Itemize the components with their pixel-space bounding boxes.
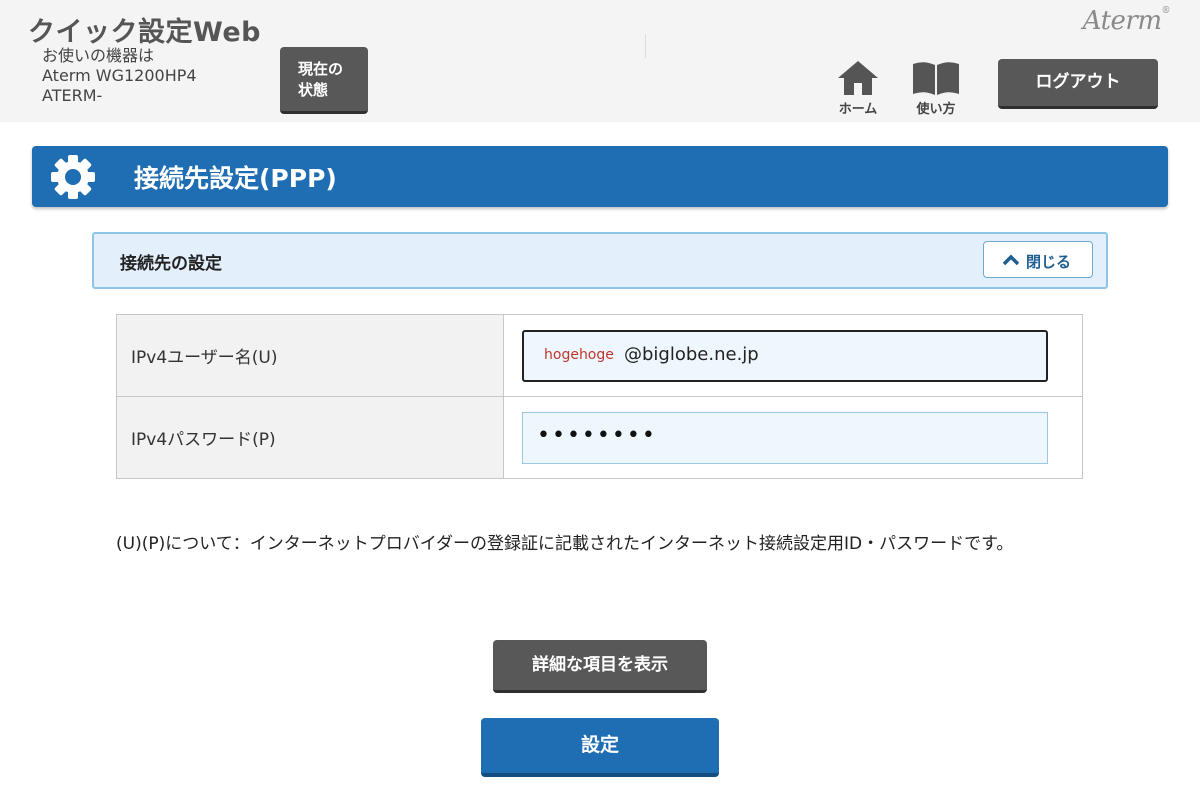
connection-form-table: IPv4ユーザー名(U) hogehoge @biglobe.ne.jp IPv… bbox=[116, 314, 1083, 479]
chevron-up-icon bbox=[1002, 254, 1020, 266]
username-domain: @biglobe.ne.jp bbox=[624, 343, 759, 365]
header: クイック設定Web お使いの機器は Aterm WG1200HP4 ATERM-… bbox=[0, 0, 1200, 122]
show-details-button[interactable]: 詳細な項目を表示 bbox=[493, 640, 707, 693]
logout-button[interactable]: ログアウト bbox=[998, 59, 1158, 109]
close-label: 閉じる bbox=[1026, 253, 1072, 271]
device-info: お使いの機器は Aterm WG1200HP4 ATERM- bbox=[42, 46, 197, 106]
help-label: 使い方 bbox=[916, 102, 956, 117]
credentials-note: (U)(P)について：インターネットプロバイダーの登録証に記載されたインターネッ… bbox=[116, 534, 1014, 554]
username-prefix: hogehoge bbox=[544, 346, 614, 363]
table-row: IPv4ユーザー名(U) hogehoge @biglobe.ne.jp bbox=[116, 314, 1083, 397]
username-input[interactable]: hogehoge @biglobe.ne.jp bbox=[522, 329, 1048, 382]
table-row: IPv4パスワード(P) •••••••• bbox=[116, 396, 1083, 479]
device-name: ATERM- bbox=[42, 86, 103, 105]
password-label: IPv4パスワード(P) bbox=[116, 396, 504, 479]
book-icon bbox=[913, 62, 959, 95]
close-panel-button[interactable]: 閉じる bbox=[983, 241, 1093, 278]
help-nav-button[interactable]: 使い方 bbox=[906, 60, 966, 117]
home-label: ホーム bbox=[838, 102, 878, 117]
device-model: Aterm WG1200HP4 bbox=[42, 66, 197, 85]
home-nav-button[interactable]: ホーム bbox=[828, 60, 888, 117]
current-status-label-line1: 現在の bbox=[298, 60, 344, 78]
home-icon bbox=[838, 61, 878, 95]
panel-title: 接続先の設定 bbox=[120, 254, 222, 274]
brand-logo: Aterm® bbox=[1082, 6, 1171, 36]
username-label: IPv4ユーザー名(U) bbox=[116, 314, 504, 397]
current-status-label-line2: 状態 bbox=[298, 81, 329, 99]
gear-icon bbox=[51, 155, 95, 199]
section-title: 接続先設定(PPP) bbox=[134, 164, 337, 193]
panel-header: 接続先の設定 閉じる bbox=[92, 232, 1108, 289]
app-title: クイック設定Web bbox=[28, 17, 261, 48]
password-input[interactable]: •••••••• bbox=[522, 411, 1048, 464]
current-status-button[interactable]: 現在の 状態 bbox=[280, 47, 368, 114]
password-value: •••••••• bbox=[537, 422, 657, 448]
apply-settings-button[interactable]: 設定 bbox=[481, 718, 719, 777]
header-divider bbox=[645, 34, 646, 58]
section-banner: 接続先設定(PPP) bbox=[32, 146, 1168, 207]
device-info-line: お使いの機器は bbox=[42, 46, 155, 65]
